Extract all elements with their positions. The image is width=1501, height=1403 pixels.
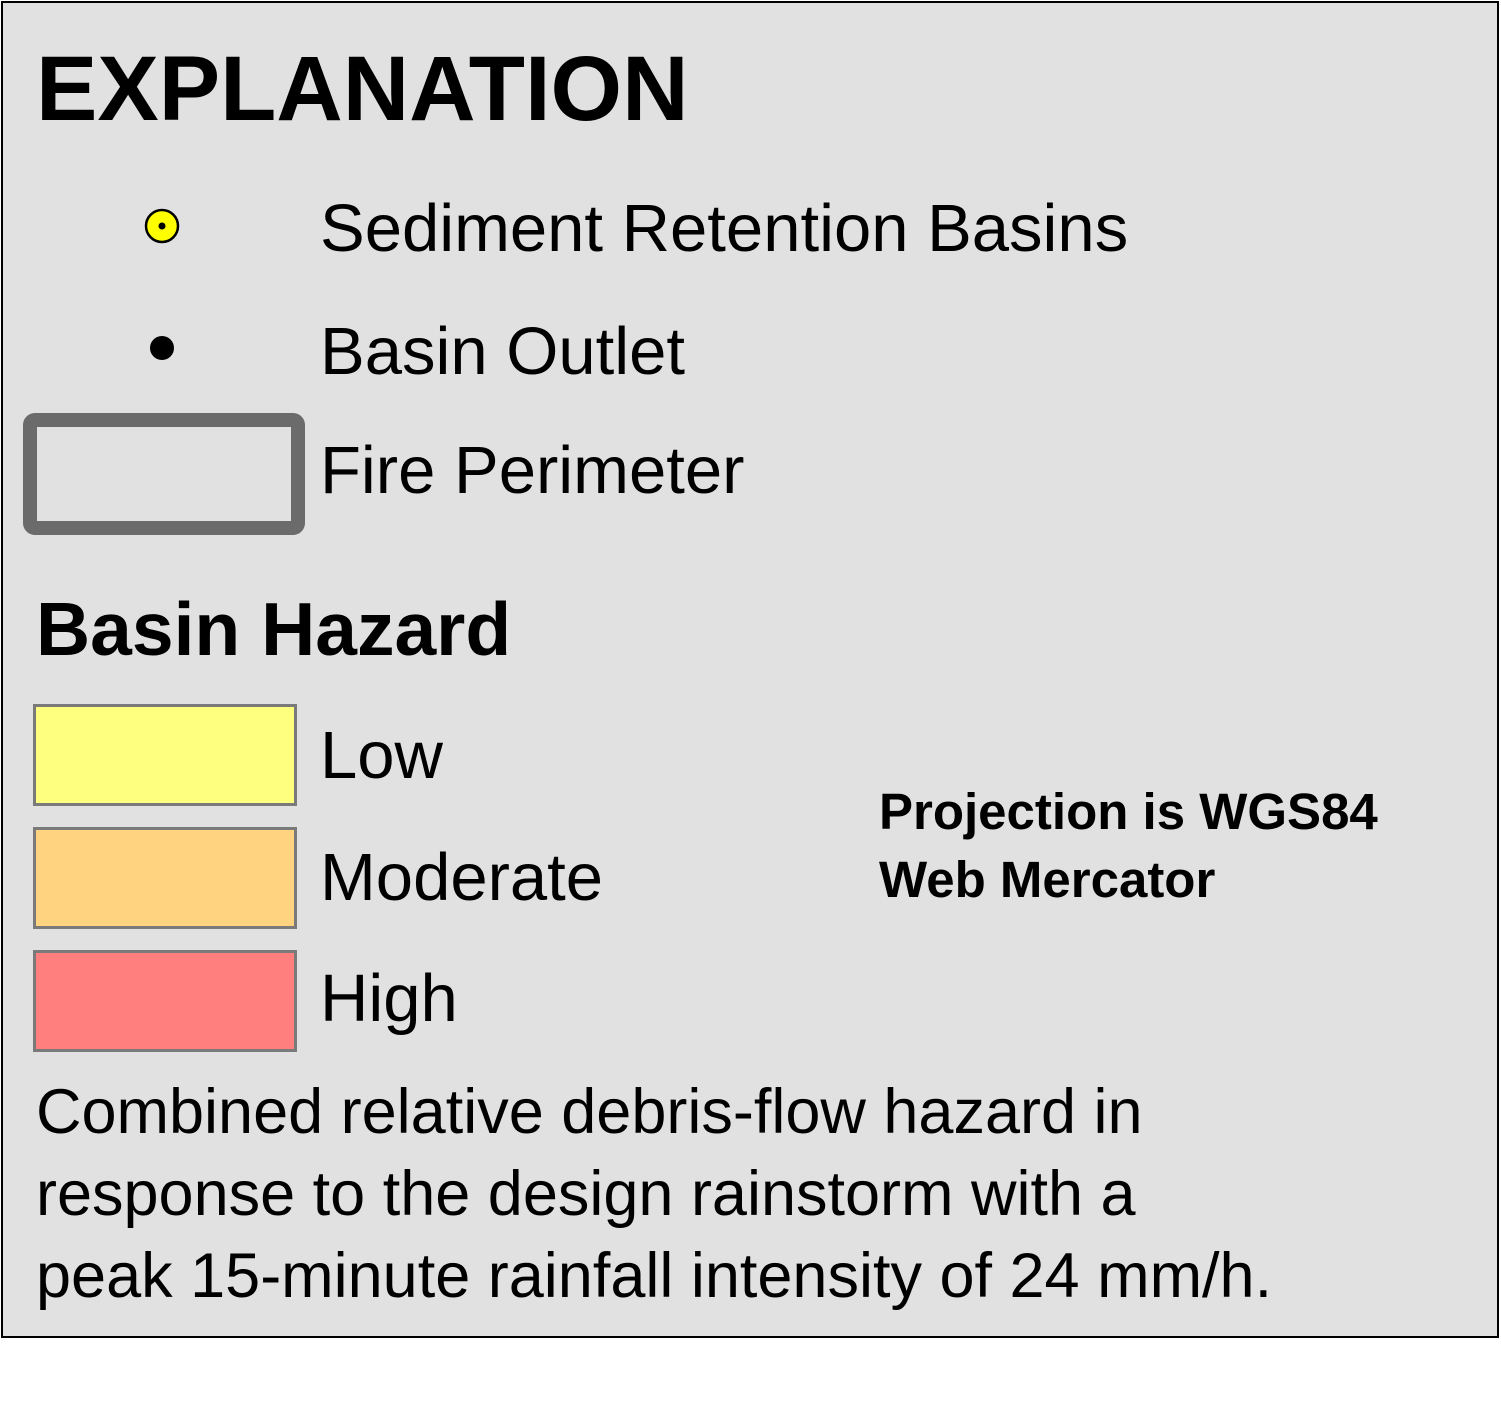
- basin-outlet-label: Basin Outlet: [320, 314, 685, 389]
- moderate-hazard-swatch: [33, 827, 297, 929]
- hazard-description: Combined relative debris-flow hazard in …: [36, 1071, 1272, 1317]
- description-line-2: response to the design rainstorm with a: [36, 1159, 1136, 1229]
- projection-line-1: Projection is WGS84: [879, 783, 1378, 840]
- low-hazard-swatch: [33, 704, 297, 806]
- projection-note: Projection is WGS84 Web Mercator: [879, 778, 1378, 914]
- fire-perimeter-label: Fire Perimeter: [320, 433, 745, 508]
- map-legend-panel: EXPLANATION Sediment Retention Basins Ba…: [1, 1, 1499, 1338]
- projection-line-2: Web Mercator: [879, 851, 1216, 908]
- legend-title: EXPLANATION: [36, 38, 689, 140]
- basin-hazard-title: Basin Hazard: [36, 587, 512, 671]
- description-line-1: Combined relative debris-flow hazard in: [36, 1077, 1143, 1147]
- high-hazard-label: High: [320, 961, 458, 1036]
- moderate-hazard-label: Moderate: [320, 840, 604, 915]
- description-line-3: peak 15-minute rainfall intensity of 24 …: [36, 1241, 1273, 1311]
- black-dot-icon: [150, 336, 174, 360]
- yellow-circle-dot-icon: [144, 208, 180, 244]
- high-hazard-swatch: [33, 950, 297, 1052]
- gray-outline-rectangle-icon: [23, 413, 305, 535]
- sediment-retention-basins-label: Sediment Retention Basins: [320, 191, 1129, 266]
- low-hazard-label: Low: [320, 718, 443, 793]
